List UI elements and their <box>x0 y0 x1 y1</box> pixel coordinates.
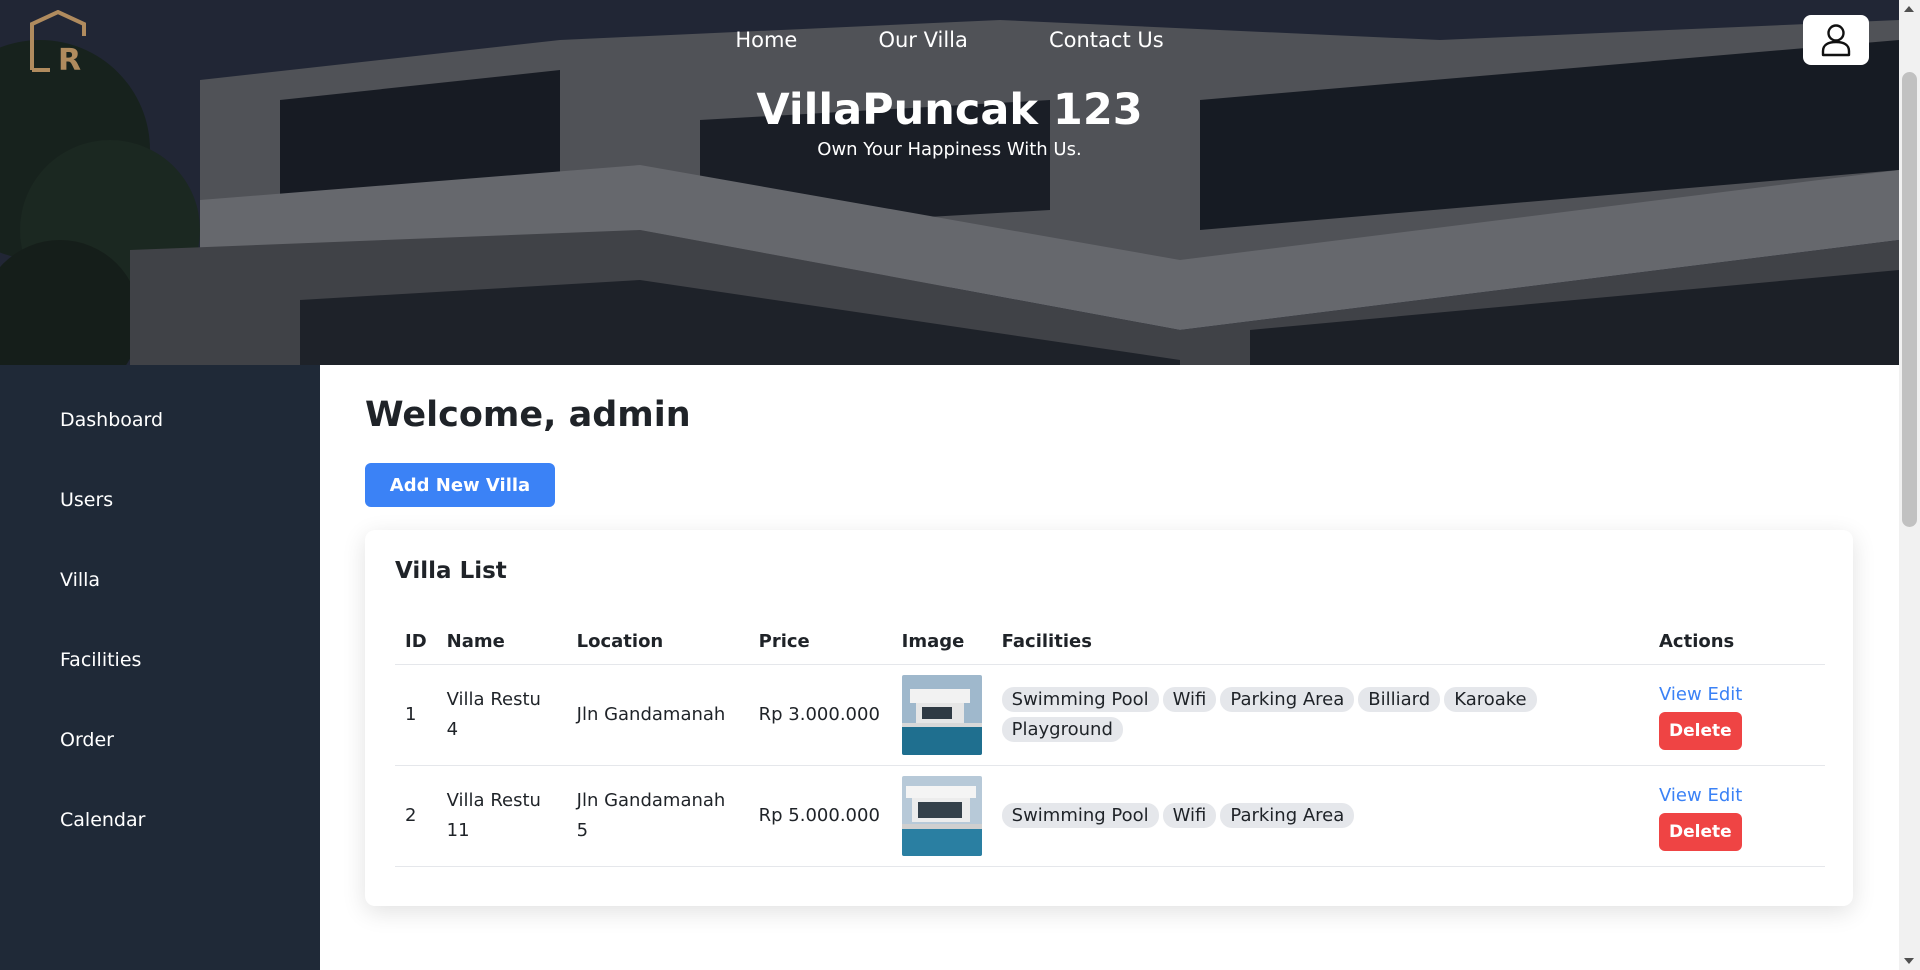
top-nav: Home Our Villa Contact Us <box>0 24 1899 56</box>
card-title: Villa List <box>395 558 507 584</box>
view-link[interactable]: View <box>1659 785 1702 806</box>
cell-price: Rp 3.000.000 <box>748 664 892 766</box>
main-content: Welcome, admin Add New Villa Villa List … <box>320 365 1899 970</box>
column-header-image: Image <box>891 618 992 665</box>
profile-button[interactable] <box>1803 15 1869 65</box>
cell-id: 2 <box>395 765 437 867</box>
page-title: Welcome, admin <box>365 395 691 435</box>
cell-name: Villa Restu 4 <box>436 664 567 766</box>
column-header-price: Price <box>748 618 892 665</box>
edit-link[interactable]: Edit <box>1707 684 1742 705</box>
facility-tag: Wifi <box>1162 803 1217 828</box>
delete-button[interactable]: Delete <box>1659 813 1742 851</box>
column-header-id: ID <box>395 618 437 665</box>
facility-tag: Wifi <box>1162 687 1217 712</box>
facility-tag: Parking Area <box>1220 803 1355 828</box>
column-header-facilities: Facilities <box>991 618 1649 665</box>
cell-facilities: Swimming Pool Wifi Parking Area <box>991 765 1649 867</box>
facility-tag: Karoake <box>1444 687 1537 712</box>
scroll-thumb[interactable] <box>1902 72 1917 527</box>
scroll-up-arrow-icon[interactable] <box>1904 6 1914 12</box>
villa-thumbnail[interactable] <box>901 776 982 856</box>
hero-banner: R Home Our Villa Contact Us VillaPuncak … <box>0 0 1899 365</box>
add-villa-button[interactable]: Add New Villa <box>365 463 555 507</box>
delete-button[interactable]: Delete <box>1659 712 1742 750</box>
sidebar-item-order[interactable]: Order <box>60 725 114 755</box>
sidebar-item-villa[interactable]: Villa <box>60 565 100 595</box>
table-header-row: ID Name Location Price Image Facilities … <box>395 618 1825 665</box>
site-tagline: Own Your Happiness With Us. <box>817 139 1082 160</box>
sidebar-item-calendar[interactable]: Calendar <box>60 805 145 835</box>
table-row: 1 Villa Restu 4 Jln Gandamanah Rp 3.000.… <box>395 664 1825 766</box>
cell-location: Jln Gandamanah 5 <box>566 765 749 867</box>
facility-tag: Playground <box>1001 717 1123 742</box>
nav-contact-us[interactable]: Contact Us <box>1049 24 1164 56</box>
facility-tag: Parking Area <box>1220 687 1355 712</box>
nav-our-villa[interactable]: Our Villa <box>878 24 967 56</box>
cell-image <box>891 765 992 867</box>
villa-table: ID Name Location Price Image Facilities … <box>395 618 1825 867</box>
cell-price: Rp 5.000.000 <box>748 765 892 867</box>
user-icon <box>1821 24 1851 57</box>
sidebar: Dashboard Users Villa Facilities Order C… <box>0 365 320 970</box>
column-header-name: Name <box>436 618 567 665</box>
edit-link[interactable]: Edit <box>1707 785 1742 806</box>
sidebar-item-facilities[interactable]: Facilities <box>60 645 141 675</box>
facility-tag: Swimming Pool <box>1001 687 1159 712</box>
table-row: 2 Villa Restu 11 Jln Gandamanah 5 Rp 5.0… <box>395 765 1825 867</box>
villa-thumbnail[interactable] <box>901 675 982 755</box>
site-title: VillaPuncak 123 <box>756 85 1143 135</box>
cell-actions: View Edit Delete <box>1649 664 1825 766</box>
villa-list-card: Villa List ID Name Location Price Image … <box>365 530 1853 906</box>
page-scrollbar[interactable] <box>1899 0 1920 970</box>
facility-tag: Billiard <box>1358 687 1441 712</box>
cell-location: Jln Gandamanah <box>566 664 749 766</box>
column-header-location: Location <box>566 618 749 665</box>
facility-tag: Swimming Pool <box>1001 803 1159 828</box>
cell-actions: View Edit Delete <box>1649 765 1825 867</box>
view-link[interactable]: View <box>1659 684 1702 705</box>
cell-name: Villa Restu 11 <box>436 765 567 867</box>
sidebar-item-dashboard[interactable]: Dashboard <box>60 405 163 435</box>
cell-id: 1 <box>395 664 437 766</box>
scroll-down-arrow-icon[interactable] <box>1904 958 1914 964</box>
cell-facilities: Swimming Pool Wifi Parking Area Billiard Kar… <box>991 664 1649 766</box>
column-header-actions: Actions <box>1649 618 1825 665</box>
sidebar-item-users[interactable]: Users <box>60 485 113 515</box>
nav-home[interactable]: Home <box>735 24 797 56</box>
cell-image <box>891 664 992 766</box>
